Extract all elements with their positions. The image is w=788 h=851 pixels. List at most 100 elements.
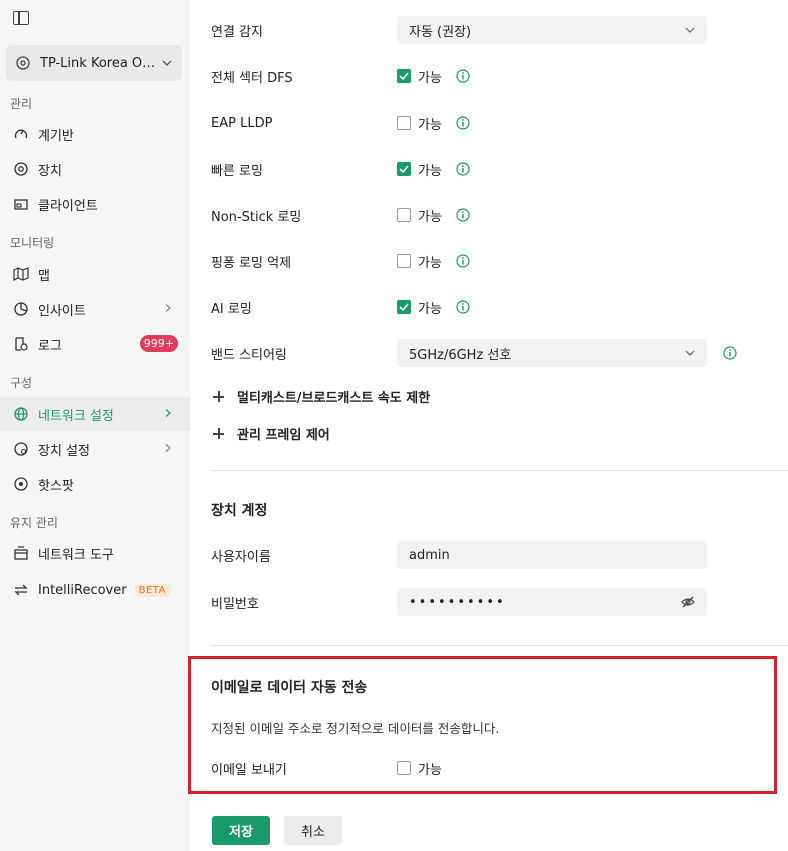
row-password: 비밀번호 •••••••••• — [211, 588, 771, 616]
row-pingpong-roaming: 핑퐁 로밍 억제 가능 — [211, 247, 771, 275]
info-icon[interactable] — [456, 300, 470, 314]
fast-roaming-checkbox[interactable] — [397, 162, 411, 176]
sidebar-item-network-tools[interactable]: 네트워크 도구 — [0, 536, 190, 570]
pingpong-roaming-label: 핑퐁 로밍 억제 — [211, 255, 292, 271]
row-fast-roaming: 빠른 로밍 가능 — [211, 155, 771, 183]
username-input[interactable]: admin — [397, 541, 707, 569]
band-steering-select[interactable]: 5GHz/6GHz 선호 — [397, 339, 707, 367]
connection-detect-select[interactable]: 자동 (권장) — [397, 16, 707, 44]
ai-roaming-checkbox[interactable] — [397, 300, 411, 314]
info-icon[interactable] — [723, 346, 737, 360]
globe-icon — [13, 406, 29, 422]
logs-count-badge: 999+ — [139, 335, 178, 352]
mgmt-frame-label: 관리 프레임 제어 — [237, 428, 330, 443]
info-icon[interactable] — [456, 208, 470, 222]
sidebar-item-hotspot[interactable]: 핫스팟 — [0, 467, 190, 501]
sidebar-item-device-settings[interactable]: 장치 설정 — [0, 432, 190, 466]
recover-arrows-icon — [13, 582, 29, 598]
row-eap-lldp: EAP LLDP 가능 — [211, 109, 771, 137]
sidebar-item-logs[interactable]: 로그 999+ — [0, 327, 190, 361]
row-all-sector-dfs: 전체 섹터 DFS 가능 — [211, 62, 771, 90]
section-maintenance: 유지 관리 — [10, 516, 58, 530]
section-config: 구성 — [10, 376, 33, 390]
eap-lldp-checkbox[interactable] — [397, 116, 411, 130]
fast-roaming-label: 빠른 로밍 — [211, 163, 263, 179]
row-connection-detect: 연결 감지 자동 (권장) — [211, 16, 771, 44]
sidebar: TP-Link Korea Offi... 관리 계기반 장치 클라이언트 모니… — [0, 0, 190, 851]
username-value: admin — [409, 547, 450, 563]
site-name: TP-Link Korea Offi... — [40, 55, 156, 71]
save-button[interactable]: 저장 — [212, 816, 270, 845]
main-content: 연결 감지 자동 (권장) 전체 섹터 DFS 가능 EAP LLDP 가능 빠… — [188, 0, 788, 851]
row-email-send: 이메일 보내기 가능 — [211, 754, 771, 782]
email-send-checkbox[interactable] — [397, 761, 411, 775]
multicast-limit-expander[interactable]: 멀티캐스트/브로드캐스트 속도 제한 — [213, 387, 430, 406]
sidebar-item-label: 네트워크 설정 — [38, 408, 114, 424]
sidebar-toggle-icon[interactable] — [13, 11, 29, 25]
pingpong-roaming-checkbox[interactable] — [397, 254, 411, 268]
beta-badge: BETA — [134, 583, 170, 597]
divider — [211, 470, 788, 471]
email-send-label: 이메일 보내기 — [211, 762, 287, 778]
pie-chart-icon — [13, 301, 29, 317]
plus-icon — [213, 427, 225, 440]
row-band-steering: 밴드 스티어링 5GHz/6GHz 선호 — [211, 339, 771, 367]
band-steering-label: 밴드 스티어링 — [211, 347, 287, 363]
sidebar-item-label: 장치 설정 — [38, 443, 90, 459]
sidebar-item-label: 클라이언트 — [38, 198, 98, 214]
map-icon — [13, 266, 29, 282]
eye-off-icon[interactable] — [681, 596, 695, 608]
log-icon — [13, 336, 29, 352]
sidebar-item-clients[interactable]: 클라이언트 — [0, 187, 190, 221]
section-manage: 관리 — [10, 97, 33, 111]
client-icon — [13, 196, 29, 212]
password-label: 비밀번호 — [211, 596, 259, 612]
multicast-limit-label: 멀티캐스트/브로드캐스트 속도 제한 — [237, 391, 431, 406]
email-description: 지정된 이메일 주소로 정기적으로 데이터를 전송합니다. — [211, 721, 500, 736]
all-sector-dfs-checkbox[interactable] — [397, 69, 411, 83]
sidebar-item-label: IntelliRecover — [38, 582, 127, 598]
divider — [211, 645, 788, 646]
sidebar-item-label: 로그 — [38, 338, 62, 354]
chevron-down-icon — [685, 350, 695, 356]
chevron-right-icon — [165, 304, 171, 312]
sidebar-item-label: 맵 — [38, 268, 50, 284]
password-value: •••••••••• — [409, 594, 506, 610]
ai-roaming-label: AI 로밍 — [211, 301, 252, 317]
device-account-title: 장치 계정 — [211, 503, 268, 519]
username-label: 사용자이름 — [211, 549, 271, 565]
sidebar-item-label: 계기반 — [38, 128, 74, 144]
mgmt-frame-expander[interactable]: 관리 프레임 제어 — [213, 424, 330, 443]
info-icon[interactable] — [456, 254, 470, 268]
chevron-right-icon — [165, 444, 171, 452]
sidebar-item-network-settings[interactable]: 네트워크 설정 — [0, 397, 190, 431]
connection-detect-label: 연결 감지 — [211, 24, 263, 40]
non-stick-roaming-option: 가능 — [418, 209, 442, 225]
sidebar-item-dashboard[interactable]: 계기반 — [0, 117, 190, 151]
sidebar-item-map[interactable]: 맵 — [0, 257, 190, 291]
email-section-title: 이메일로 데이터 자동 전송 — [211, 680, 368, 696]
site-selector[interactable]: TP-Link Korea Offi... — [6, 45, 182, 81]
sidebar-item-insights[interactable]: 인사이트 — [0, 292, 190, 326]
info-icon[interactable] — [456, 69, 470, 83]
device-icon — [13, 161, 29, 177]
hotspot-icon — [13, 476, 29, 492]
sidebar-item-label: 네트워크 도구 — [38, 547, 114, 563]
toolbox-icon — [13, 545, 29, 561]
sidebar-item-intellirecover[interactable]: IntelliRecover BETA — [0, 573, 190, 607]
connection-detect-value: 자동 (권장) — [409, 24, 472, 40]
info-icon[interactable] — [456, 116, 470, 130]
sidebar-item-devices[interactable]: 장치 — [0, 152, 190, 186]
non-stick-roaming-checkbox[interactable] — [397, 208, 411, 222]
location-pin-icon — [16, 56, 30, 70]
sidebar-item-label: 인사이트 — [38, 303, 86, 319]
chevron-down-icon — [162, 60, 172, 66]
plus-icon — [213, 390, 225, 403]
password-input[interactable]: •••••••••• — [397, 588, 707, 616]
cancel-button[interactable]: 취소 — [284, 816, 342, 845]
all-sector-dfs-option: 가능 — [418, 70, 442, 86]
info-icon[interactable] — [456, 162, 470, 176]
chevron-down-icon — [685, 27, 695, 33]
sidebar-item-label: 핫스팟 — [38, 478, 74, 494]
all-sector-dfs-label: 전체 섹터 DFS — [211, 70, 293, 86]
